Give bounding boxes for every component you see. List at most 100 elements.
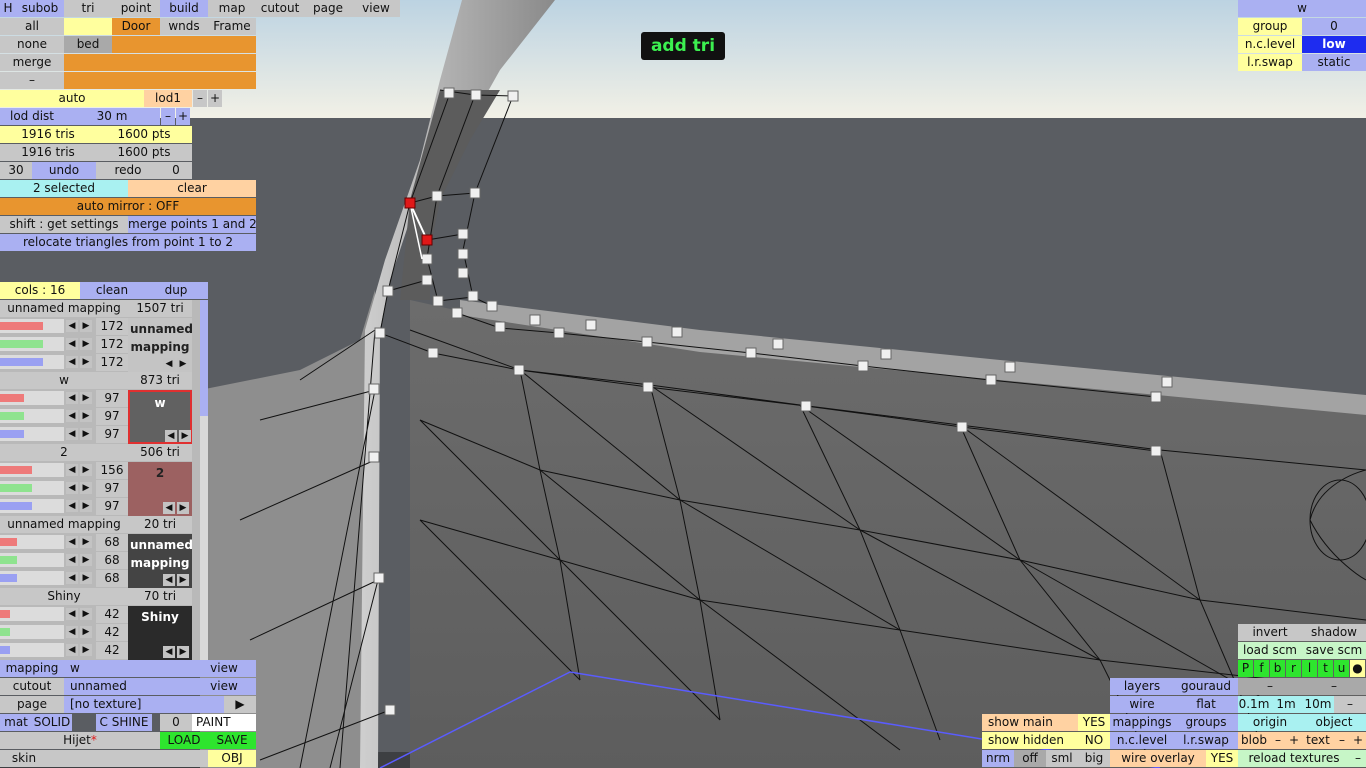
group-slot[interactable] bbox=[160, 36, 208, 53]
lod-minus-button[interactable]: – bbox=[193, 90, 207, 107]
material-swatch[interactable]: unnamed mapping ◀ ▶ bbox=[128, 318, 193, 372]
channel-increase-button[interactable]: ▶ bbox=[80, 428, 92, 440]
lod-dist-plus[interactable]: + bbox=[176, 108, 190, 125]
channel-slider[interactable] bbox=[0, 319, 64, 333]
channel-slider[interactable] bbox=[0, 571, 64, 585]
invert-button[interactable]: invert bbox=[1238, 624, 1302, 641]
skin-button[interactable]: skin bbox=[0, 750, 48, 767]
group-slot[interactable] bbox=[112, 36, 160, 53]
minus-button[interactable]: – bbox=[0, 72, 64, 89]
channel-increase-button[interactable]: ▶ bbox=[80, 392, 92, 404]
view-dir-button[interactable]: b bbox=[1270, 660, 1285, 677]
group-slot[interactable] bbox=[208, 54, 256, 71]
scrollbar-thumb[interactable] bbox=[200, 300, 208, 416]
channel-slider[interactable] bbox=[0, 337, 64, 351]
step-01m-button[interactable]: 0.1m bbox=[1238, 696, 1270, 713]
lr-swap-button[interactable]: l.r.swap bbox=[1174, 732, 1238, 749]
channel-value[interactable]: 172 bbox=[96, 336, 128, 353]
channel-slider[interactable] bbox=[0, 427, 64, 441]
normals-big[interactable]: big bbox=[1078, 750, 1110, 767]
select-all-button[interactable]: all bbox=[0, 18, 64, 35]
lr-swap-value[interactable]: static bbox=[1302, 54, 1366, 71]
channel-slider[interactable] bbox=[0, 625, 64, 639]
swatch-next-button[interactable]: ▶ bbox=[179, 430, 191, 442]
view-dir-button[interactable]: l bbox=[1302, 660, 1317, 677]
material-row[interactable]: unnamed mapping1507 tri◀▶172◀▶172◀▶172◀▶… bbox=[0, 300, 200, 387]
view-dir-button[interactable]: u bbox=[1334, 660, 1349, 677]
group-value[interactable]: 0 bbox=[1302, 18, 1366, 35]
auto-mirror-toggle[interactable]: auto mirror : OFF bbox=[0, 198, 256, 215]
group-slot[interactable] bbox=[208, 36, 256, 53]
channel-decrease-button[interactable]: ◀ bbox=[66, 644, 78, 656]
menu-build[interactable]: build bbox=[160, 0, 208, 17]
view-dir-button[interactable]: P bbox=[1238, 660, 1253, 677]
show-main-toggle[interactable]: YES bbox=[1078, 714, 1110, 731]
nc-level-value[interactable]: low bbox=[1302, 36, 1366, 53]
channel-value[interactable]: 156 bbox=[96, 462, 128, 479]
selected-point-1[interactable] bbox=[404, 197, 416, 209]
clean-button[interactable]: clean bbox=[80, 282, 144, 299]
channel-decrease-button[interactable]: ◀ bbox=[66, 464, 78, 476]
page-value[interactable]: [no texture] bbox=[64, 696, 224, 713]
material-name[interactable]: unnamed mapping bbox=[0, 300, 128, 317]
channel-decrease-button[interactable]: ◀ bbox=[66, 572, 78, 584]
lod-dist-minus[interactable]: – bbox=[161, 108, 175, 125]
channel-slider[interactable] bbox=[0, 643, 64, 657]
channel-slider[interactable] bbox=[0, 355, 64, 369]
merge-button[interactable]: merge bbox=[0, 54, 64, 71]
obj-button[interactable]: OBJ bbox=[208, 750, 256, 767]
skin-value[interactable] bbox=[48, 750, 208, 767]
material-name[interactable]: 2 bbox=[0, 444, 128, 461]
swatch-prev-button[interactable]: ◀ bbox=[165, 430, 177, 442]
lod1-button[interactable]: lod1 bbox=[144, 90, 192, 107]
channel-slider[interactable] bbox=[0, 409, 64, 423]
text-minus[interactable]: – bbox=[1334, 732, 1350, 749]
object-button[interactable]: object bbox=[1302, 714, 1366, 731]
selected-point-2[interactable] bbox=[421, 234, 433, 246]
channel-value[interactable]: 97 bbox=[96, 426, 128, 443]
channel-increase-button[interactable]: ▶ bbox=[80, 356, 92, 368]
material-row[interactable]: unnamed mapping20 tri◀▶68◀▶68◀▶68◀▶unnam… bbox=[0, 516, 200, 603]
step-1m-button[interactable]: 1m bbox=[1270, 696, 1302, 713]
swatch-next-button[interactable]: ▶ bbox=[177, 502, 189, 514]
cutout-value[interactable]: unnamed bbox=[64, 678, 192, 695]
channel-slider[interactable] bbox=[0, 499, 64, 513]
normals-off[interactable]: off bbox=[1014, 750, 1046, 767]
material-row[interactable]: Shiny70 tri◀▶42◀▶42◀▶42◀▶Shiny◀▶ bbox=[0, 588, 200, 675]
channel-slider[interactable] bbox=[0, 553, 64, 567]
normals-small[interactable]: sml bbox=[1046, 750, 1078, 767]
material-swatch[interactable]: w ◀ ▶ bbox=[128, 390, 192, 444]
channel-value[interactable]: 172 bbox=[96, 354, 128, 371]
lod-plus-button[interactable]: + bbox=[208, 90, 222, 107]
group-name[interactable]: w bbox=[1238, 0, 1366, 17]
material-row[interactable]: 2506 tri◀▶156◀▶97◀▶97◀▶2◀▶ bbox=[0, 444, 200, 531]
swatch-prev-button[interactable]: ◀ bbox=[163, 646, 175, 658]
channel-increase-button[interactable]: ▶ bbox=[80, 608, 92, 620]
menu-cutout[interactable]: cutout bbox=[256, 0, 304, 17]
channel-value[interactable]: 68 bbox=[96, 552, 128, 569]
channel-increase-button[interactable]: ▶ bbox=[80, 554, 92, 566]
show-hidden-toggle[interactable]: NO bbox=[1078, 732, 1110, 749]
channel-value[interactable]: 172 bbox=[96, 318, 128, 335]
dash-button-2[interactable]: – bbox=[1302, 678, 1366, 695]
cshine-button[interactable]: C SHINE bbox=[96, 714, 152, 731]
material-swatch[interactable]: unnamed mapping ◀ ▶ bbox=[128, 534, 193, 588]
channel-decrease-button[interactable]: ◀ bbox=[66, 626, 78, 638]
text-plus[interactable]: + bbox=[1350, 732, 1366, 749]
swatch-prev-button[interactable]: ◀ bbox=[163, 502, 175, 514]
wire-button[interactable]: wire bbox=[1110, 696, 1174, 713]
reload-textures-button[interactable]: reload textures bbox=[1238, 750, 1350, 767]
clear-selection-button[interactable]: clear bbox=[128, 180, 256, 197]
layers-button[interactable]: layers bbox=[1110, 678, 1174, 695]
material-scrollbar[interactable] bbox=[200, 300, 208, 660]
redo-button[interactable]: redo bbox=[96, 162, 160, 179]
menu-map[interactable]: map bbox=[208, 0, 256, 17]
load-button[interactable]: LOAD bbox=[160, 732, 208, 749]
save-button[interactable]: SAVE bbox=[208, 732, 256, 749]
channel-decrease-button[interactable]: ◀ bbox=[66, 338, 78, 350]
step-10m-button[interactable]: 10m bbox=[1302, 696, 1334, 713]
undo-button[interactable]: undo bbox=[32, 162, 96, 179]
material-swatch[interactable]: Shiny ◀ ▶ bbox=[128, 606, 192, 660]
paint-button[interactable]: PAINT bbox=[192, 714, 256, 731]
channel-value[interactable]: 42 bbox=[96, 624, 128, 641]
